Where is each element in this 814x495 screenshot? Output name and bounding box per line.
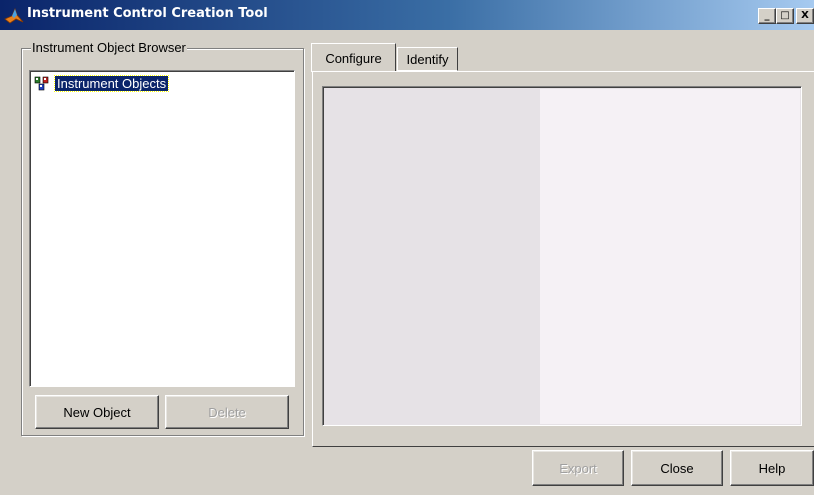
new-object-button[interactable]: New Object [35,395,159,429]
instrument-objects-icon [34,76,49,90]
close-window-button[interactable]: X [796,8,814,24]
delete-button[interactable]: Delete [165,395,289,429]
export-button[interactable]: Export [532,450,624,486]
configure-value-pane [540,89,800,424]
tree-item-instrument-objects[interactable]: Instrument Objects [34,75,170,92]
tab-identify[interactable]: Identify [397,47,458,71]
maximize-button[interactable]: □ [776,8,794,24]
title-bar[interactable]: Instrument Control Creation Tool _ □ X [0,0,814,30]
window-title: Instrument Control Creation Tool [27,6,268,21]
close-button[interactable]: Close [631,450,723,486]
object-browser-label: Instrument Object Browser [31,40,187,55]
configure-property-panel [322,86,802,426]
tree-item-label: Instrument Objects [53,75,170,92]
help-button[interactable]: Help [730,450,814,486]
tab-configure[interactable]: Configure [311,43,396,72]
minimize-button[interactable]: _ [758,8,776,24]
instrument-object-tree[interactable]: Instrument Objects [29,70,295,387]
matlab-icon [4,7,24,24]
